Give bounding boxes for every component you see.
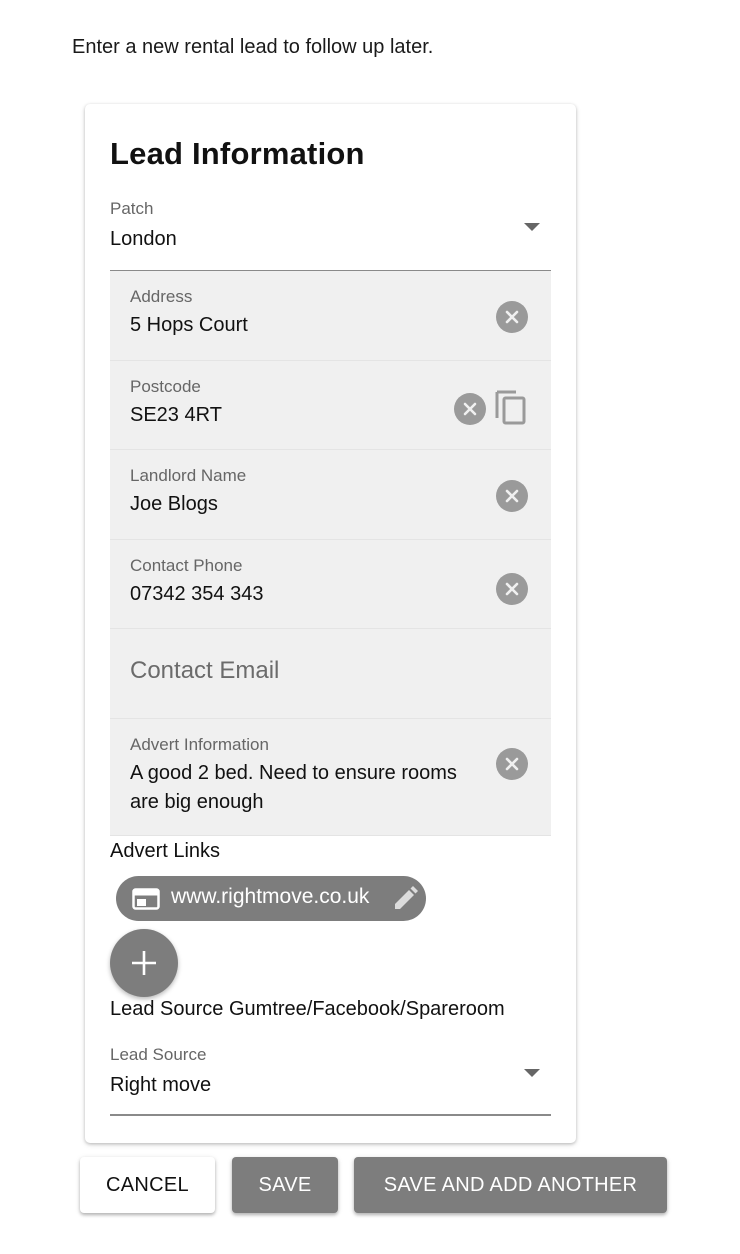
lead-information-card: Lead Information Patch London Address 5 …: [85, 104, 576, 1143]
clear-circle-icon[interactable]: [496, 301, 528, 333]
copy-icon[interactable]: [494, 388, 528, 426]
advert-information-label: Advert Information: [130, 735, 269, 754]
advert-link-text[interactable]: www.rightmove.co.uk: [171, 885, 369, 909]
add-link-button[interactable]: [110, 929, 178, 997]
advert-links-label: Advert Links: [110, 840, 221, 862]
contact-email-field[interactable]: Contact Email: [110, 629, 551, 719]
patch-select[interactable]: Patch London: [110, 196, 551, 271]
postcode-label: Postcode: [130, 377, 201, 396]
advert-link-chip[interactable]: www.rightmove.co.uk: [116, 876, 426, 921]
address-field[interactable]: Address 5 Hops Court: [110, 271, 551, 361]
postcode-value[interactable]: SE23 4RT: [130, 401, 222, 430]
dropdown-caret-icon[interactable]: [524, 1069, 540, 1077]
advert-information-field[interactable]: Advert Information A good 2 bed. Need to…: [110, 719, 551, 836]
contact-phone-value[interactable]: 07342 354 343: [130, 580, 263, 609]
lead-source-label: Lead Source: [110, 1045, 207, 1064]
contact-phone-field[interactable]: Contact Phone 07342 354 343: [110, 540, 551, 629]
save-and-add-another-button[interactable]: SAVE AND ADD ANOTHER: [354, 1157, 667, 1213]
advert-information-value[interactable]: A good 2 bed. Need to ensure rooms are b…: [130, 759, 460, 817]
contact-email-placeholder[interactable]: Contact Email: [130, 657, 279, 685]
web-page-icon: [132, 888, 160, 915]
landlord-name-value[interactable]: Joe Blogs: [130, 490, 218, 519]
intro-text: Enter a new rental lead to follow up lat…: [72, 36, 434, 58]
address-label: Address: [130, 287, 193, 306]
landlord-name-field[interactable]: Landlord Name Joe Blogs: [110, 450, 551, 540]
dropdown-caret-icon[interactable]: [524, 223, 540, 231]
clear-circle-icon[interactable]: [496, 748, 528, 780]
cancel-button[interactable]: CANCEL: [80, 1157, 215, 1213]
address-value[interactable]: 5 Hops Court: [130, 311, 248, 340]
edit-pencil-icon[interactable]: [390, 884, 420, 919]
lead-source-value: Right move: [110, 1074, 212, 1096]
card-title: Lead Information: [110, 136, 365, 171]
clear-circle-icon[interactable]: [454, 393, 486, 425]
contact-phone-label: Contact Phone: [130, 556, 243, 575]
clear-circle-icon[interactable]: [496, 573, 528, 605]
save-button[interactable]: SAVE: [232, 1157, 338, 1213]
postcode-field[interactable]: Postcode SE23 4RT: [110, 361, 551, 450]
lead-source-caption: Lead Source Gumtree/Facebook/Spareroom: [110, 998, 505, 1020]
landlord-name-label: Landlord Name: [130, 466, 247, 485]
plus-icon: [132, 951, 156, 975]
patch-label: Patch: [110, 199, 154, 218]
patch-value: London: [110, 228, 177, 250]
lead-source-select[interactable]: Lead Source Right move: [110, 1042, 551, 1116]
clear-circle-icon[interactable]: [496, 480, 528, 512]
